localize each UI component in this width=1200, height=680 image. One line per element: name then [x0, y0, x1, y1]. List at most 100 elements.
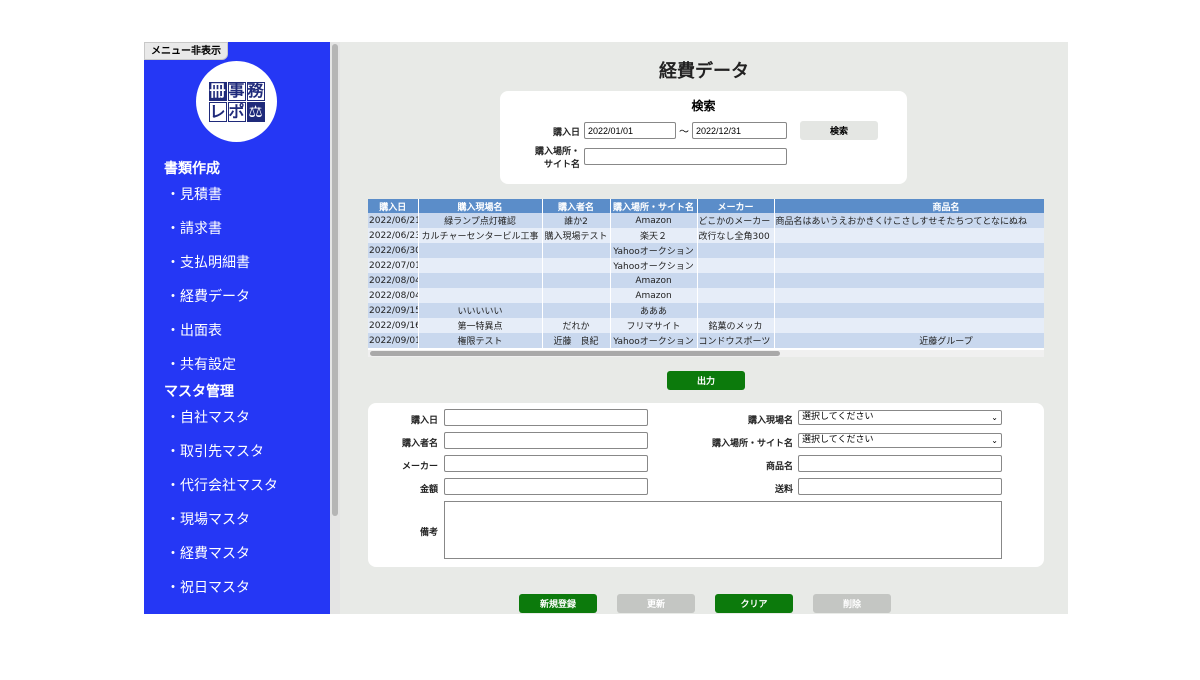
form-place-select-value: 選択してください: [802, 435, 874, 445]
form-purchase-date-label: 購入日: [410, 416, 438, 426]
form-shipping-input[interactable]: [798, 478, 1002, 495]
column-header[interactable]: 購入者名: [542, 199, 611, 213]
search-button[interactable]: 検索: [800, 121, 878, 140]
sidebar-item-payment-statement[interactable]: ・支払明細書: [166, 252, 250, 272]
cell: コンドウスポーツ: [697, 333, 775, 348]
form-product-label: 商品名: [765, 462, 793, 472]
cell: Amazon: [610, 273, 698, 288]
cell: 商品名はあいうえおかきくけこさしすせそたちつてとなにぬね: [774, 213, 1044, 228]
sidebar-scroll-thumb[interactable]: [332, 44, 338, 516]
logo-char: 冊: [208, 81, 227, 101]
place-search-input[interactable]: [584, 148, 787, 165]
cell: [774, 288, 1044, 303]
logo-char: レ: [208, 101, 227, 122]
chevron-down-icon: ⌄: [991, 436, 998, 445]
expense-form: 購入日 購入現場名 選択してください ⌄ 購入者名 購入場所・サイト名 選択して…: [368, 403, 1044, 567]
cell: [542, 288, 611, 303]
cell: [697, 273, 775, 288]
cell: 2022/09/01: [368, 333, 419, 348]
sidebar-item-agency-master[interactable]: ・代行会社マスタ: [166, 475, 278, 495]
search-title: 検索: [691, 99, 716, 113]
app-frame: メニュー非表示 冊 事 務 レ ポ ⚖ 書類作成 ・見積書 ・請求書 ・支払明細…: [144, 42, 1068, 614]
section-documents: 書類作成: [164, 161, 220, 177]
cell: [418, 273, 543, 288]
table-row[interactable]: 2022/06/23 カルチャーセンタービル工事 購入現場テスト 楽天２ 改行な…: [368, 228, 1044, 243]
update-button[interactable]: 更新: [617, 594, 695, 613]
form-notes-label: 備考: [419, 528, 438, 538]
expense-table: 購入日 購入現場名 購入者名 購入場所・サイト名 メーカー 商品名 2022/0…: [368, 199, 1044, 357]
sidebar-item-estimate[interactable]: ・見積書: [166, 184, 222, 204]
form-place-label: 購入場所・サイト名: [711, 439, 793, 449]
table-row[interactable]: 2022/08/04 Amazon: [368, 288, 1044, 303]
sidebar-item-invoice[interactable]: ・請求書: [166, 218, 222, 238]
cell: [697, 258, 775, 273]
table-row[interactable]: 2022/08/04 Amazon: [368, 273, 1044, 288]
cell: あああ: [610, 303, 698, 318]
form-amount-input[interactable]: [444, 478, 648, 495]
clear-button[interactable]: クリア: [715, 594, 793, 613]
table-scroll-thumb[interactable]: [370, 351, 780, 356]
cell: [774, 243, 1044, 258]
sidebar-item-expense-data[interactable]: ・経費データ: [166, 286, 250, 306]
column-header[interactable]: 商品名: [774, 199, 1044, 213]
table-row[interactable]: 2022/09/15 いいいいい あああ: [368, 303, 1044, 318]
cell: Yahooオークション: [610, 258, 698, 273]
column-header[interactable]: 購入日: [368, 199, 419, 213]
table-row[interactable]: 2022/06/30 Yahooオークション: [368, 243, 1044, 258]
cell: Amazon: [610, 213, 698, 228]
form-notes-textarea[interactable]: [444, 501, 1002, 559]
form-place-select[interactable]: 選択してください ⌄: [798, 433, 1002, 448]
cell: 第一特異点: [418, 318, 543, 333]
sidebar-item-client-master[interactable]: ・取引先マスタ: [166, 441, 264, 461]
sidebar-item-expense-master[interactable]: ・経費マスタ: [166, 543, 250, 563]
form-shipping-label: 送料: [774, 485, 793, 495]
cell: 楽天２: [610, 228, 698, 243]
table-row[interactable]: 2022/09/01 権限テスト 近藤 良紀 Yahooオークション コンドウス…: [368, 333, 1044, 348]
sidebar: メニュー非表示 冊 事 務 レ ポ ⚖ 書類作成 ・見積書 ・請求書 ・支払明細…: [144, 42, 330, 614]
sidebar-item-holiday-master[interactable]: ・祝日マスタ: [166, 577, 250, 597]
hide-menu-button[interactable]: メニュー非表示: [144, 42, 228, 60]
date-to-input[interactable]: [692, 122, 787, 139]
sidebar-item-share-settings[interactable]: ・共有設定: [166, 354, 236, 374]
column-header[interactable]: 購入場所・サイト名: [610, 199, 698, 213]
logo-icon: ⚖: [246, 101, 265, 122]
chevron-down-icon: ⌄: [991, 413, 998, 422]
cell: 2022/08/04: [368, 288, 419, 303]
output-button[interactable]: 出力: [667, 371, 745, 390]
form-maker-input[interactable]: [444, 455, 648, 472]
date-range-tilde: 〜: [679, 127, 689, 138]
table-row[interactable]: 2022/09/16 第一特異点 だれか フリマサイト 銘菓のメッカ: [368, 318, 1044, 333]
table-row[interactable]: 2022/06/21 緑ランプ点灯確認 誰か2 Amazon どこかのメーカー …: [368, 213, 1044, 228]
form-product-input[interactable]: [798, 455, 1002, 472]
cell: 2022/08/04: [368, 273, 419, 288]
form-purchase-date-input[interactable]: [444, 409, 648, 426]
table-row[interactable]: 2022/07/01 Yahooオークション: [368, 258, 1044, 273]
cell: 2022/06/23: [368, 228, 419, 243]
cell: だれか: [542, 318, 611, 333]
section-master: マスタ管理: [164, 384, 234, 400]
sidebar-item-company-master[interactable]: ・自社マスタ: [166, 407, 250, 427]
cell: [774, 303, 1044, 318]
app-logo: 冊 事 務 レ ポ ⚖: [196, 61, 277, 142]
cell: 2022/09/16: [368, 318, 419, 333]
sidebar-item-attendance[interactable]: ・出面表: [166, 320, 222, 340]
cell: Yahooオークション: [610, 333, 698, 348]
main-content: 経費データ 検索 購入日 〜 検索 購入場所・ サイト名 購入日 購入現場名: [340, 42, 1068, 614]
cell: カルチャーセンタービル工事: [418, 228, 543, 243]
cell: [542, 243, 611, 258]
column-header[interactable]: 購入現場名: [418, 199, 543, 213]
form-site-select[interactable]: 選択してください ⌄: [798, 410, 1002, 425]
cell: 2022/09/15: [368, 303, 419, 318]
logo-mark: 冊 事 務 レ ポ ⚖: [208, 81, 265, 122]
column-header[interactable]: メーカー: [697, 199, 775, 213]
sidebar-item-site-master[interactable]: ・現場マスタ: [166, 509, 250, 529]
register-button[interactable]: 新規登録: [519, 594, 597, 613]
cell: 2022/06/30: [368, 243, 419, 258]
date-from-input[interactable]: [584, 122, 676, 139]
cell: [774, 228, 1044, 243]
form-maker-label: メーカー: [401, 462, 438, 472]
logo-char: 務: [246, 81, 265, 101]
form-buyer-input[interactable]: [444, 432, 648, 449]
delete-button[interactable]: 削除: [813, 594, 891, 613]
cell: Yahooオークション: [610, 243, 698, 258]
